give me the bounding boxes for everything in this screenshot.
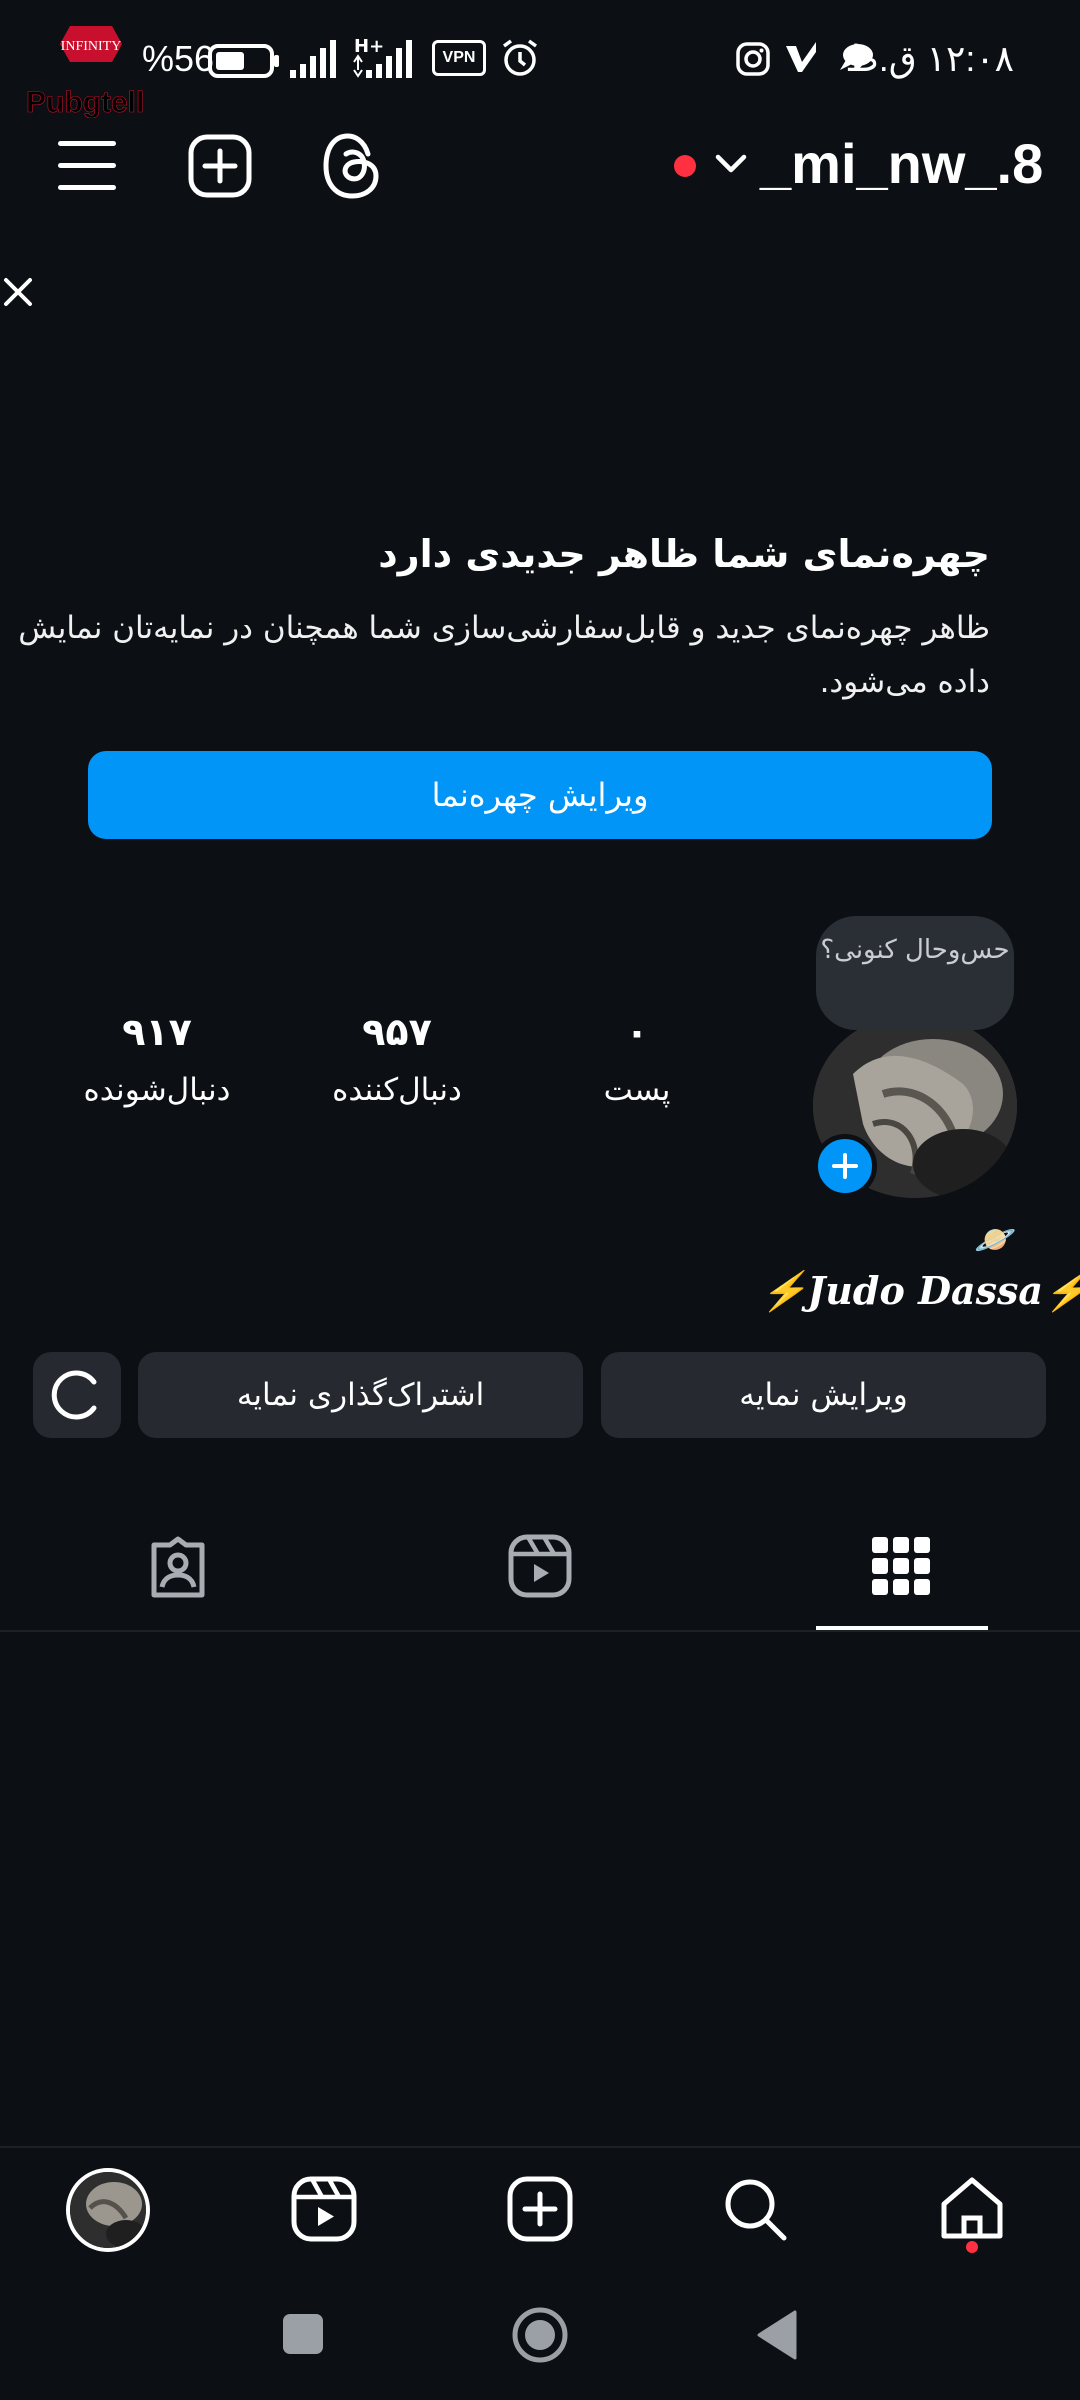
promo-title: چهره‌نمای شما ظاهر جدیدی دارد: [378, 532, 990, 576]
home-system-button[interactable]: [511, 2306, 569, 2364]
instagram-icon: [736, 42, 770, 76]
posts-count: ۰: [625, 1010, 649, 1054]
grid-icon[interactable]: [872, 1537, 930, 1595]
notification-dot: [674, 155, 696, 177]
svg-text:INFINITY: INFINITY: [61, 39, 122, 54]
edit-avatar-label: ویرایش چهره‌نما: [431, 776, 649, 814]
home-notification-dot: [966, 2241, 978, 2253]
back-button[interactable]: [755, 2310, 797, 2360]
signal-strength-icon-2: [352, 40, 416, 80]
bottom-nav-divider: [0, 2146, 1080, 2148]
note-bubble[interactable]: حس‌وحال کنونی؟: [816, 916, 1014, 1030]
discover-people-button[interactable]: [33, 1352, 121, 1438]
username[interactable]: _mi_nw_.8: [760, 131, 1043, 196]
following-label[interactable]: دنبال‌شونده: [37, 1072, 277, 1108]
bio-name: ⚡𝑱𝒖𝒅𝒐 𝑫𝒂𝒔𝒔𝒂⚡: [760, 1268, 1080, 1313]
note-text: حس‌وحال کنونی؟: [820, 935, 1010, 965]
tagged-tab-icon[interactable]: [146, 1535, 210, 1599]
vpn-icon: VPN: [432, 40, 486, 76]
create-post-icon[interactable]: [188, 134, 252, 198]
alarm-icon: [500, 38, 540, 78]
create-icon[interactable]: [507, 2176, 573, 2242]
status-bar: INFINITY Pubgtell Pubgtell %56 H+ VPN ۱۲…: [0, 0, 1080, 120]
chevron-down-icon[interactable]: [714, 152, 748, 176]
reels-tab-icon[interactable]: [508, 1534, 572, 1598]
signal-strength-icon: [290, 40, 338, 80]
add-story-button[interactable]: [813, 1134, 877, 1198]
following-count[interactable]: ۹۱۷: [57, 1010, 257, 1054]
edit-profile-label: ویرایش نمایه: [739, 1377, 908, 1413]
search-icon[interactable]: [722, 2176, 788, 2242]
followers-label[interactable]: دنبال‌کننده: [277, 1072, 517, 1108]
promo-body: ظاهر چهره‌نمای جدید و قابل‌سفارشی‌سازی ش…: [18, 610, 990, 700]
battery-percent: %56: [142, 38, 215, 79]
edit-profile-button[interactable]: ویرایش نمایه: [601, 1352, 1046, 1438]
battery-icon: [208, 44, 280, 78]
threads-icon[interactable]: [322, 132, 382, 200]
recents-button[interactable]: [283, 2314, 323, 2354]
menu-icon[interactable]: [58, 138, 116, 192]
share-profile-button[interactable]: اشتراک‌گذاری نمایه: [138, 1352, 583, 1438]
share-profile-label: اشتراک‌گذاری نمایه: [236, 1377, 485, 1413]
home-icon[interactable]: [938, 2174, 1006, 2242]
vpn-label: VPN: [442, 49, 476, 66]
posts-grid-empty: [0, 1632, 1080, 2146]
plus-icon: [832, 1153, 858, 1179]
close-icon[interactable]: [2, 276, 34, 308]
followers-count[interactable]: ۹۵۷: [297, 1010, 497, 1054]
verified-check-icon: [784, 42, 820, 74]
svg-text:Pubgtell: Pubgtell: [26, 86, 144, 118]
edit-avatar-button[interactable]: ویرایش چهره‌نما: [88, 751, 992, 839]
profile-avatar[interactable]: [66, 2168, 150, 2252]
reels-nav-icon[interactable]: [291, 2176, 357, 2242]
loading-spinner-icon: [51, 1370, 97, 1420]
posts-label: پست: [603, 1072, 671, 1108]
bio-emoji: 🪐: [974, 1220, 1017, 1260]
clock: ۱۲:۰۸ ق.ظ: [845, 38, 1014, 79]
